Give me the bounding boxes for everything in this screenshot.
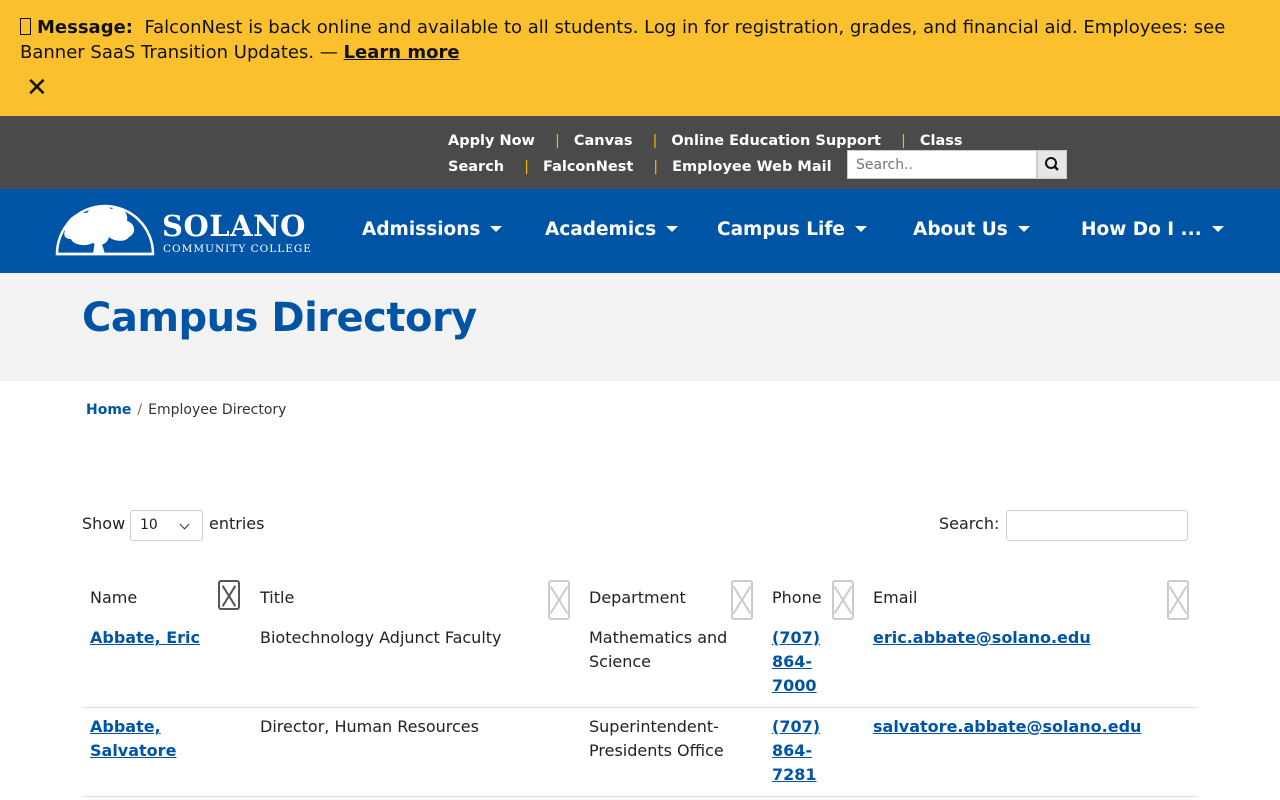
alert-icon: [20, 18, 31, 35]
sort-icon[interactable]: [731, 580, 753, 620]
alert-banner: Message: FalconNest is back online and a…: [0, 0, 1280, 116]
sort-icon[interactable]: [832, 580, 854, 620]
table-cell-title: Director, Human Resources: [260, 717, 479, 736]
logo-name: SOLANO: [162, 209, 306, 243]
nav-label: Campus Life: [717, 219, 845, 240]
table-cell-email: salvatore.abbate@solano.edu: [873, 715, 1173, 739]
page-title: Campus Directory: [82, 295, 477, 341]
table-search-label: Search:: [939, 514, 1000, 533]
caret-down-icon: [1017, 226, 1030, 232]
main-nav: SOLANO COMMUNITY COLLEGE Admissions Acad…: [0, 189, 1280, 273]
table-cell-phone: (707) 864-7000: [772, 626, 832, 698]
nav-label: About Us: [913, 219, 1008, 240]
breadcrumb-separator: /: [137, 402, 143, 418]
alert-prefix: Message:: [37, 17, 133, 38]
column-header-name[interactable]: Name: [90, 588, 137, 607]
table-cell-phone: (707) 864-7281: [772, 715, 832, 787]
nav-label: Admissions: [362, 219, 481, 240]
table-cell-department: Superintendent-Presidents Office: [589, 717, 724, 760]
table-cell-title: Biotechnology Adjunct Faculty: [260, 628, 502, 647]
table-cell-email: eric.abbate@solano.edu: [873, 626, 1173, 650]
nav-how-do-i[interactable]: How Do I ...: [1081, 219, 1224, 240]
sort-icon[interactable]: [1167, 580, 1189, 620]
column-header-title[interactable]: Title: [260, 588, 294, 607]
employee-name-link[interactable]: Abbate, Salvatore: [90, 717, 176, 760]
breadcrumb-home[interactable]: Home: [86, 402, 131, 418]
phone-link[interactable]: (707) 864-7000: [772, 628, 820, 695]
college-logo[interactable]: SOLANO COMMUNITY COLLEGE: [55, 201, 315, 257]
nav-about-us[interactable]: About Us: [913, 219, 1030, 240]
apply-now-link[interactable]: Apply Now: [448, 133, 535, 149]
search-icon: [1045, 157, 1059, 171]
alert-text: FalconNest is back online and available …: [20, 17, 1226, 63]
caret-down-icon: [666, 226, 679, 232]
tree-logo-icon: [55, 204, 155, 256]
column-header-email[interactable]: Email: [873, 588, 917, 607]
employee-web-mail-link[interactable]: Employee Web Mail: [672, 159, 831, 175]
show-label: Show: [82, 514, 126, 533]
nav-admissions[interactable]: Admissions: [362, 219, 503, 240]
separator: |: [524, 159, 530, 175]
learn-more-link[interactable]: Learn more: [344, 42, 460, 63]
separator: |: [652, 133, 658, 149]
site-search-button[interactable]: [1037, 150, 1067, 179]
canvas-link[interactable]: Canvas: [574, 133, 633, 149]
entries-label: entries: [209, 514, 265, 533]
page-header: Campus Directory: [0, 273, 1280, 381]
page-size-value: 10: [140, 517, 158, 533]
breadcrumb-current: Employee Directory: [148, 402, 287, 418]
table-cell-department: Mathematics and Science: [589, 628, 728, 671]
sort-icon[interactable]: [548, 580, 570, 620]
online-education-link[interactable]: Online Education Support: [671, 133, 881, 149]
falconnest-link[interactable]: FalconNest: [543, 159, 633, 175]
separator: |: [900, 133, 906, 149]
employee-name-link[interactable]: Abbate, Eric: [90, 628, 200, 647]
separator: |: [554, 133, 560, 149]
nav-label: Academics: [545, 219, 657, 240]
phone-link[interactable]: (707) 864-7281: [772, 717, 820, 784]
separator: |: [653, 159, 659, 175]
sort-icon[interactable]: [218, 580, 240, 610]
caret-down-icon: [490, 226, 503, 232]
row-divider: [82, 796, 1198, 797]
caret-down-icon: [854, 226, 867, 232]
email-link[interactable]: salvatore.abbate@solano.edu: [873, 717, 1141, 736]
close-icon[interactable]: ✕: [26, 75, 48, 101]
page-size-select[interactable]: 10: [130, 510, 203, 541]
site-search-input[interactable]: [847, 150, 1037, 179]
logo-subtitle: COMMUNITY COLLEGE: [163, 243, 312, 255]
table-cell-name: Abbate, Salvatore: [90, 715, 240, 763]
breadcrumb: Home / Employee Directory: [86, 402, 286, 418]
alert-message: Message: FalconNest is back online and a…: [20, 15, 1260, 65]
nav-campus-life[interactable]: Campus Life: [717, 219, 867, 240]
nav-label: How Do I ...: [1081, 219, 1202, 240]
chevron-down-icon: [179, 519, 190, 530]
column-header-phone[interactable]: Phone: [772, 588, 822, 607]
column-header-department[interactable]: Department: [589, 588, 686, 607]
caret-down-icon: [1211, 226, 1224, 232]
row-divider: [82, 707, 1198, 708]
table-search-input[interactable]: [1006, 510, 1188, 541]
nav-academics[interactable]: Academics: [545, 219, 679, 240]
utility-bar: Apply Now | Canvas | Online Education Suppor…: [0, 116, 1280, 189]
email-link[interactable]: eric.abbate@solano.edu: [873, 628, 1091, 647]
table-cell-name: Abbate, Eric: [90, 626, 240, 650]
